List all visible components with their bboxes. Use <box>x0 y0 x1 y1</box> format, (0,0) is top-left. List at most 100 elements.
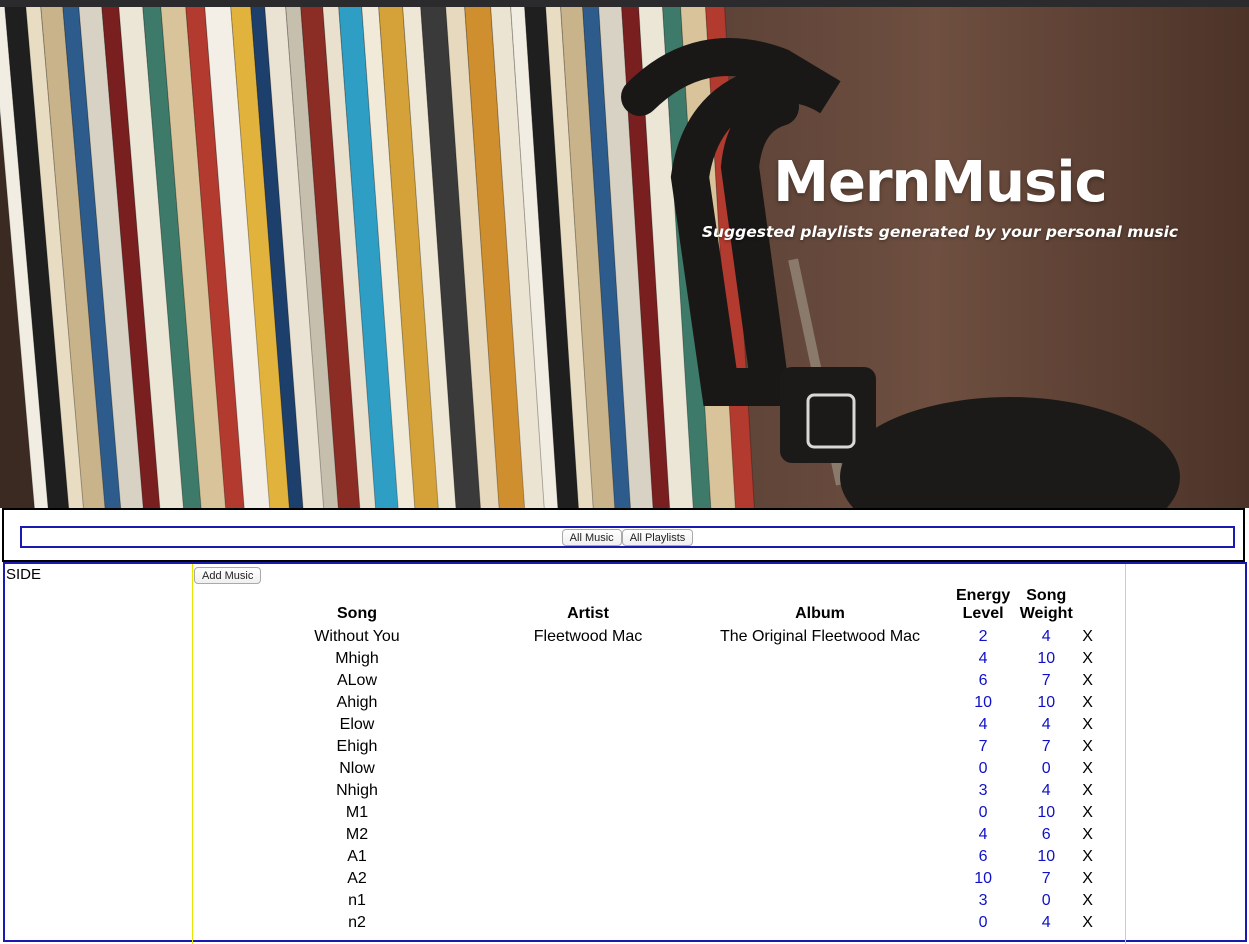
delete-song-button[interactable]: X <box>1082 648 1093 670</box>
delete-song-button[interactable]: X <box>1082 802 1093 824</box>
table-row: Nlow 0 0 X <box>222 758 1093 780</box>
energy-level-cell[interactable]: 6 <box>956 670 1010 692</box>
table-row: M2 4 6 X <box>222 824 1093 846</box>
album-cell <box>684 802 956 824</box>
page-subtitle: Suggested playlists generated by your pe… <box>701 223 1179 241</box>
album-cell <box>684 912 956 934</box>
delete-song-button[interactable]: X <box>1082 692 1093 714</box>
all-playlists-button[interactable]: All Playlists <box>621 528 694 546</box>
song-cell: M2 <box>345 826 369 843</box>
column-header-artist: Artist <box>567 605 609 622</box>
artist-cell <box>492 736 684 758</box>
energy-level-cell[interactable]: 4 <box>956 714 1010 736</box>
artist-cell <box>492 846 684 868</box>
song-weight-cell[interactable]: 4 <box>1010 714 1082 736</box>
energy-level-cell[interactable]: 3 <box>956 780 1010 802</box>
delete-song-button[interactable]: X <box>1082 714 1093 736</box>
column-header-delete <box>1082 587 1093 626</box>
energy-level-cell[interactable]: 4 <box>956 648 1010 670</box>
song-weight-cell[interactable]: 4 <box>1010 626 1082 648</box>
song-weight-cell[interactable]: 7 <box>1010 736 1082 758</box>
browser-top-bar <box>0 0 1249 7</box>
album-cell <box>684 780 956 802</box>
delete-song-button[interactable]: X <box>1082 758 1093 780</box>
songs-table: Song Artist Album Energy Level Song Weig… <box>222 587 1093 934</box>
song-weight-cell[interactable]: 10 <box>1010 846 1082 868</box>
album-cell <box>684 868 956 890</box>
energy-level-cell[interactable]: 2 <box>956 626 1010 648</box>
song-weight-cell[interactable]: 7 <box>1010 670 1082 692</box>
delete-song-button[interactable]: X <box>1082 868 1093 890</box>
song-weight-cell[interactable]: 7 <box>1010 868 1082 890</box>
artist-cell <box>492 868 684 890</box>
page-title: MernMusic <box>773 150 1108 215</box>
add-music-button[interactable]: Add Music <box>194 567 262 584</box>
artist-cell <box>492 824 684 846</box>
table-row: Elow 4 4 X <box>222 714 1093 736</box>
table-row: Ahigh 10 10 X <box>222 692 1093 714</box>
sidebar-label: SIDE <box>6 566 42 583</box>
artist-cell <box>492 912 684 934</box>
song-weight-cell[interactable]: 4 <box>1010 780 1082 802</box>
energy-level-cell[interactable]: 7 <box>956 736 1010 758</box>
song-cell: Mhigh <box>335 650 379 667</box>
artist-cell <box>492 802 684 824</box>
column-header-energy-level: Energy Level <box>956 587 1011 622</box>
album-cell <box>684 714 956 736</box>
artist-cell <box>492 758 684 780</box>
table-row: A1 6 10 X <box>222 846 1093 868</box>
album-cell <box>684 846 956 868</box>
song-weight-cell[interactable]: 6 <box>1010 824 1082 846</box>
album-cell: The Original Fleetwood Mac <box>719 628 921 645</box>
song-cell: A1 <box>347 848 367 865</box>
energy-level-cell[interactable]: 6 <box>956 846 1010 868</box>
table-row: Ehigh 7 7 X <box>222 736 1093 758</box>
album-cell <box>684 692 956 714</box>
song-weight-cell[interactable]: 10 <box>1010 692 1082 714</box>
album-cell <box>684 824 956 846</box>
songs-table-body: Without You Fleetwood Mac The Original F… <box>222 626 1093 934</box>
table-row: Nhigh 3 4 X <box>222 780 1093 802</box>
song-weight-cell[interactable]: 0 <box>1010 890 1082 912</box>
artist-cell <box>492 714 684 736</box>
column-header-album: Album <box>795 605 845 622</box>
energy-level-cell[interactable]: 4 <box>956 824 1010 846</box>
delete-song-button[interactable]: X <box>1082 890 1093 912</box>
energy-level-cell[interactable]: 10 <box>956 868 1010 890</box>
delete-song-button[interactable]: X <box>1082 736 1093 758</box>
song-cell: n2 <box>348 914 366 931</box>
song-weight-cell[interactable]: 0 <box>1010 758 1082 780</box>
table-row: ALow 6 7 X <box>222 670 1093 692</box>
energy-level-cell[interactable]: 3 <box>956 890 1010 912</box>
song-weight-cell[interactable]: 10 <box>1010 802 1082 824</box>
hero-banner: MernMusic Suggested playlists generated … <box>0 7 1249 508</box>
artist-cell <box>492 692 684 714</box>
song-cell: ALow <box>336 672 378 689</box>
delete-song-button[interactable]: X <box>1082 824 1093 846</box>
nav-bar: All Music All Playlists <box>20 526 1235 548</box>
table-row: n1 3 0 X <box>222 890 1093 912</box>
song-cell: M1 <box>345 804 369 821</box>
nav-container: All Music All Playlists <box>2 508 1245 562</box>
song-weight-cell[interactable]: 4 <box>1010 912 1082 934</box>
delete-song-button[interactable]: X <box>1082 912 1093 934</box>
delete-song-button[interactable]: X <box>1082 626 1093 648</box>
table-row: Mhigh 4 10 X <box>222 648 1093 670</box>
delete-song-button[interactable]: X <box>1082 846 1093 868</box>
song-weight-cell[interactable]: 10 <box>1010 648 1082 670</box>
table-row: Without You Fleetwood Mac The Original F… <box>222 626 1093 648</box>
delete-song-button[interactable]: X <box>1082 670 1093 692</box>
column-header-song-weight: Song Weight <box>1019 587 1073 622</box>
album-cell <box>684 736 956 758</box>
energy-level-cell[interactable]: 10 <box>956 692 1010 714</box>
energy-level-cell[interactable]: 0 <box>956 758 1010 780</box>
delete-song-button[interactable]: X <box>1082 780 1093 802</box>
artist-cell <box>492 648 684 670</box>
energy-level-cell[interactable]: 0 <box>956 802 1010 824</box>
song-cell: n1 <box>348 892 366 909</box>
song-cell: Nhigh <box>336 782 378 799</box>
table-header-row: Song Artist Album Energy Level Song Weig… <box>222 587 1093 626</box>
table-row: n2 0 4 X <box>222 912 1093 934</box>
all-music-button[interactable]: All Music <box>561 528 622 546</box>
energy-level-cell[interactable]: 0 <box>956 912 1010 934</box>
